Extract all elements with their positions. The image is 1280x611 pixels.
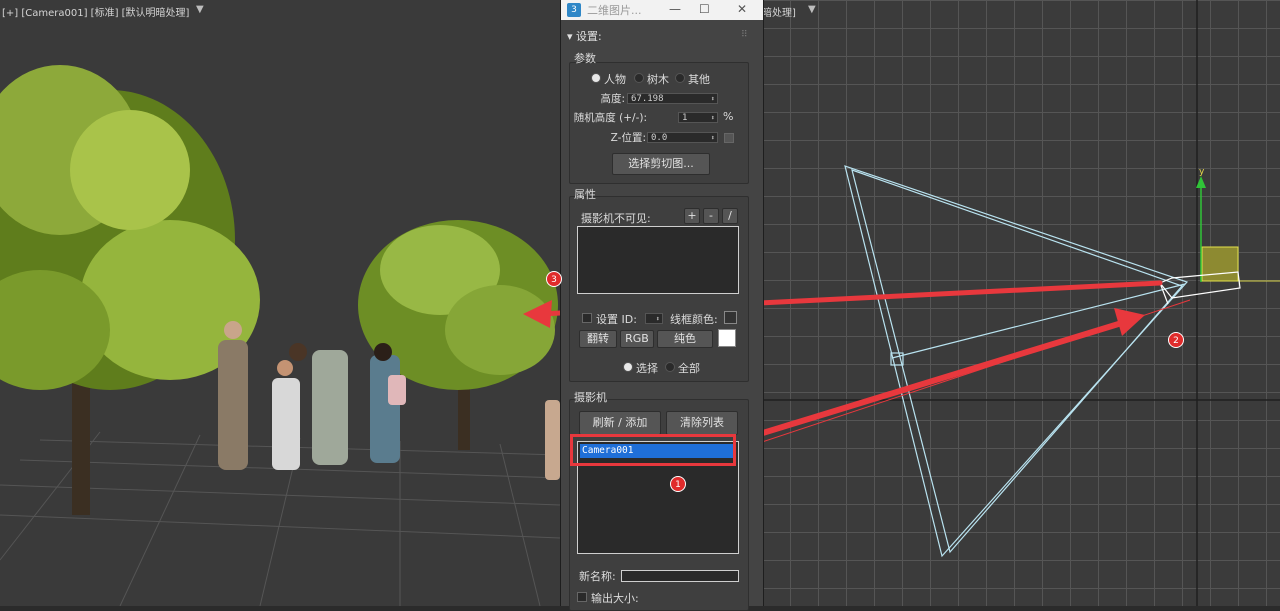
radio-select[interactable] [623, 362, 633, 372]
camera-invisible-list[interactable] [577, 226, 739, 294]
random-height-value: 1 [682, 113, 688, 123]
camera-invisible-label: 摄影机不可见: [581, 212, 651, 225]
radio-people-label: 人物 [604, 73, 626, 86]
camera-viewport[interactable]: [+] [Camera001] [标准] [默认明暗处理] ▼ [0, 0, 560, 606]
z-position-value: 0.0 [651, 133, 668, 143]
viewport-label-right[interactable]: 暗处理] [762, 4, 796, 19]
spinner-arrows-icon[interactable]: ⬍ [656, 314, 660, 325]
settings-header: 设置: [576, 30, 602, 43]
rgb-button[interactable]: RGB [620, 330, 654, 348]
settings-rollout[interactable]: ▾ 设置: [567, 28, 602, 44]
z-pick-button[interactable] [724, 133, 734, 143]
random-height-label: 随机高度 (+/-): [573, 112, 647, 124]
minimize-icon[interactable]: — [669, 2, 681, 16]
radio-tree-label: 树木 [647, 73, 669, 86]
close-icon[interactable]: ✕ [737, 2, 747, 16]
camera-label: 摄影机 [574, 391, 607, 404]
radio-all-label: 全部 [678, 362, 700, 375]
percent-unit: % [723, 110, 734, 123]
set-id-label: 设置 ID: [596, 313, 637, 326]
remove-button[interactable]: - [703, 208, 719, 224]
z-position-label: Z-位置: [610, 132, 646, 144]
wire-color-label: 线框颜色: [670, 313, 718, 326]
output-size-checkbox[interactable] [577, 592, 587, 602]
edit-button[interactable]: / [722, 208, 738, 224]
filter-icon[interactable]: ▼ [196, 4, 204, 15]
flip-button[interactable]: 翻转 [579, 330, 617, 348]
dialog-titlebar[interactable]: 3 二维图片... — ☐ ✕ [561, 0, 763, 20]
radio-select-label: 选择 [636, 362, 658, 375]
radio-all[interactable] [665, 362, 675, 372]
annotation-badge-1: 1 [670, 476, 686, 492]
select-cutout-button[interactable]: 选择剪切图... [612, 153, 710, 175]
solid-color-swatch[interactable] [718, 329, 736, 347]
new-name-label: 新名称: [579, 570, 616, 583]
maximize-icon[interactable]: ☐ [699, 2, 710, 16]
set-id-checkbox[interactable] [582, 313, 592, 323]
spinner-arrows-icon[interactable]: ⬍ [711, 133, 715, 144]
height-spinner[interactable]: 67.198 ⬍ [627, 93, 718, 104]
viewport-label[interactable]: [+] [Camera001] [标准] [默认明暗处理] [2, 4, 189, 19]
height-value: 67.198 [631, 94, 664, 104]
scene-render [0, 65, 560, 606]
top-viewport[interactable]: 暗处理] ▼ [762, 0, 1280, 606]
wire-color-swatch[interactable] [724, 311, 737, 324]
rollout-handle-icon: ⠿ [741, 30, 748, 40]
add-button[interactable]: + [684, 208, 700, 224]
attributes-label: 属性 [574, 188, 596, 201]
random-height-spinner[interactable]: 1 ⬍ [678, 112, 718, 123]
annotation-badge-2: 2 [1168, 332, 1184, 348]
height-label: 高度: [600, 93, 625, 105]
set-id-spinner[interactable]: ⬍ [645, 313, 663, 324]
new-name-input[interactable] [621, 570, 739, 582]
highlight-box [570, 434, 736, 466]
radio-tree[interactable] [634, 73, 644, 83]
clear-list-button[interactable]: 清除列表 [666, 411, 738, 435]
dialog-title: 二维图片... [587, 4, 642, 17]
spinner-arrows-icon[interactable]: ⬍ [711, 113, 715, 124]
solid-color-button[interactable]: 纯色 [657, 330, 713, 348]
2d-image-dialog: 3 二维图片... — ☐ ✕ ▾ 设置: ⠿ 参数 人物 树木 其他 高度: … [560, 0, 764, 611]
refresh-add-button[interactable]: 刷新 / 添加 [579, 411, 661, 435]
output-size-label: 输出大小: [591, 592, 639, 605]
z-position-spinner[interactable]: 0.0 ⬍ [647, 132, 718, 143]
params-label: 参数 [574, 52, 596, 65]
spinner-arrows-icon[interactable]: ⬍ [711, 94, 715, 105]
filter-icon-right[interactable]: ▼ [808, 4, 816, 15]
radio-people[interactable] [591, 73, 601, 83]
annotation-badge-3: 3 [546, 271, 562, 287]
app-icon: 3 [567, 3, 581, 17]
radio-other[interactable] [675, 73, 685, 83]
radio-other-label: 其他 [688, 73, 710, 86]
